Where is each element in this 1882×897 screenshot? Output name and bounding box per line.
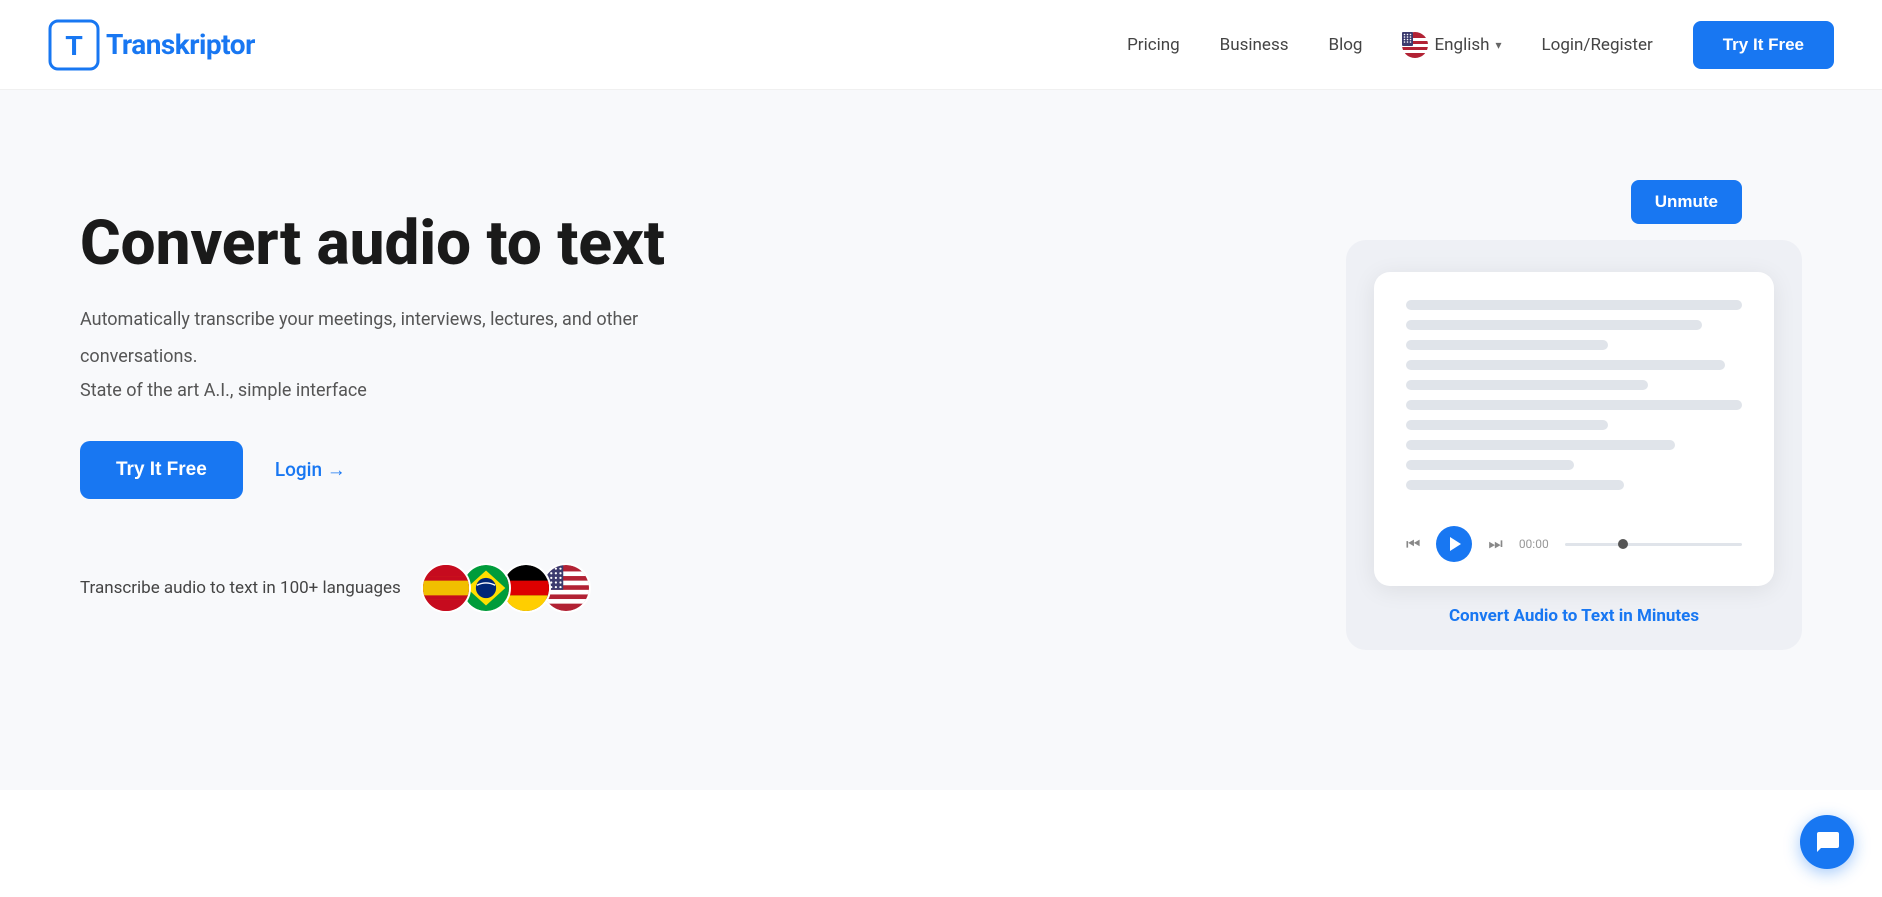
hero-right: Unmute ⏮ <box>1346 170 1802 650</box>
chevron-down-icon: ▾ <box>1495 38 1501 52</box>
player-time: 00:00 <box>1519 537 1549 551</box>
transcript-card: ⏮ ⏭ 00:00 <box>1374 272 1774 586</box>
nav-business[interactable]: Business <box>1220 35 1289 55</box>
hero-languages: Transcribe audio to text in 100+ languag… <box>80 563 665 613</box>
hero-subtitle2: conversations. <box>80 343 665 372</box>
transcript-line <box>1406 380 1648 390</box>
rewind-icon[interactable]: ⏮ <box>1406 534 1420 554</box>
flag-stack <box>421 563 591 613</box>
header-try-free-button[interactable]: Try It Free <box>1693 21 1834 69</box>
transcript-line <box>1406 480 1624 490</box>
hero-section: Convert audio to text Automatically tran… <box>0 90 1882 790</box>
transcript-line <box>1406 300 1742 310</box>
transcript-line <box>1406 400 1742 410</box>
transcript-line <box>1406 360 1725 370</box>
nav-blog[interactable]: Blog <box>1329 35 1363 55</box>
language-label: English <box>1434 35 1489 55</box>
transcript-line <box>1406 460 1574 470</box>
hero-subtitle3: State of the art A.I., simple interface <box>80 380 665 401</box>
logo[interactable]: T Transkriptor <box>48 19 255 71</box>
logo-text: Transkriptor <box>106 28 255 61</box>
unmute-button[interactable]: Unmute <box>1631 180 1742 224</box>
card-caption: Convert Audio to Text in Minutes <box>1449 606 1699 626</box>
language-selector[interactable]: English ▾ <box>1402 32 1501 58</box>
transcript-line <box>1406 320 1702 330</box>
spanish-flag <box>421 563 471 613</box>
play-button[interactable] <box>1436 526 1472 562</box>
player-bar: ⏮ ⏭ 00:00 <box>1406 514 1742 566</box>
chat-bubble-button[interactable] <box>1800 815 1854 869</box>
nav-pricing[interactable]: Pricing <box>1127 35 1180 55</box>
languages-label: Transcribe audio to text in 100+ languag… <box>80 578 401 598</box>
chat-icon <box>1813 828 1841 856</box>
hero-login-link[interactable]: Login → <box>275 458 346 482</box>
hero-try-it-free-button[interactable]: Try It Free <box>80 441 243 499</box>
transcript-line <box>1406 440 1675 450</box>
player-dot <box>1618 539 1628 549</box>
main-nav: Pricing Business Blog <box>1127 21 1834 69</box>
login-register-link[interactable]: Login/Register <box>1542 35 1653 55</box>
forward-icon[interactable]: ⏭ <box>1488 534 1502 554</box>
transcript-lines <box>1406 300 1742 490</box>
transcript-line <box>1406 420 1608 430</box>
hero-subtitle1: Automatically transcribe your meetings, … <box>80 306 665 335</box>
player-progress[interactable] <box>1565 543 1742 546</box>
svg-text:T: T <box>65 29 82 60</box>
transcript-line <box>1406 340 1608 350</box>
us-flag-icon <box>1402 32 1428 58</box>
hero-title: Convert audio to text <box>80 210 665 278</box>
hero-left: Convert audio to text Automatically tran… <box>80 170 665 613</box>
hero-actions: Try It Free Login → <box>80 441 665 499</box>
